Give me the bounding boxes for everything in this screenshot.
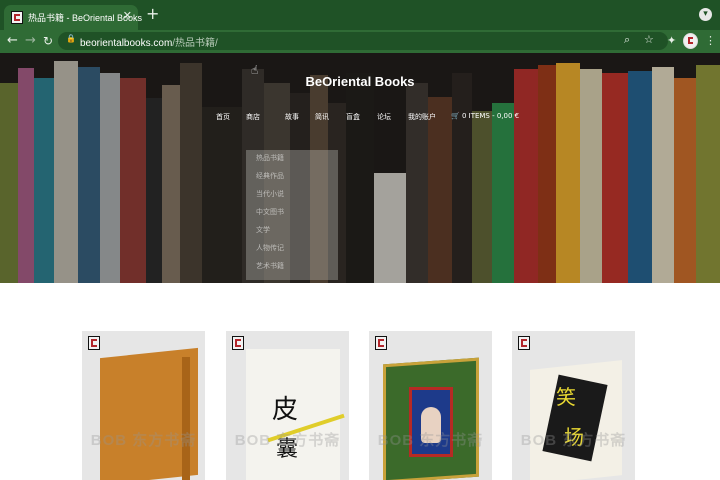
nav-home[interactable]: 首页 [216, 112, 230, 122]
forward-icon[interactable]: → [25, 33, 36, 49]
nav-cart[interactable]: 🛒 0 ITEMS - 0,00 € [451, 112, 519, 120]
nav-my-account[interactable]: 我的账户 [408, 112, 436, 122]
dropdown-item[interactable]: 当代小说 [256, 189, 284, 199]
mouse-cursor-icon: ☝ [251, 63, 259, 77]
cart-summary: 0 ITEMS - 0,00 € [461, 112, 520, 120]
search-icon[interactable]: ⌕ [624, 33, 630, 47]
nav-blind-box[interactable]: 盲盒 [346, 112, 360, 122]
watermark: BOB 东方书斋 [234, 432, 341, 449]
cart-icon: 🛒 [451, 112, 460, 120]
url-text[interactable]: beorientalbooks.com/热品书籍/ [80, 34, 218, 49]
bob-logo-icon [518, 336, 530, 350]
dropdown-item[interactable]: 艺术书籍 [256, 261, 284, 271]
nav-shop[interactable]: 商店 [246, 112, 260, 122]
bob-logo-icon [232, 336, 244, 350]
browser-tab[interactable]: 热品书籍 - BeOriental Books ✕ [4, 5, 142, 30]
hero-banner: BeOriental Books 首页 商店 故事 简讯 盲盒 论坛 我的账户 … [0, 53, 720, 283]
watermark: BOB 东方书斋 [377, 432, 484, 449]
extensions-icon[interactable]: ✦ [667, 34, 676, 47]
cover-title: 皮 [272, 395, 299, 425]
dropdown-item[interactable]: 热品书籍 [256, 153, 284, 163]
product-card[interactable]: 皮 囊 BOB 东方书斋 [226, 331, 349, 480]
nav-forum[interactable]: 论坛 [377, 112, 391, 122]
bob-logo-icon [375, 336, 387, 350]
watermark: BOB 东方书斋 [90, 432, 197, 449]
nav-stories[interactable]: 故事 [285, 112, 299, 122]
new-tab-icon[interactable]: + [146, 6, 159, 22]
book-cover-edge [182, 357, 190, 480]
dropdown-item[interactable]: 经典作品 [256, 171, 284, 181]
url-path: /热品书籍/ [172, 38, 218, 49]
product-card[interactable]: 笑 场 BOB 东方书斋 [512, 331, 635, 480]
shop-dropdown-menu: 热品书籍 经典作品 当代小说 中文图书 文学 人物传记 艺术书籍 [246, 150, 338, 280]
dropdown-item[interactable]: 中文图书 [256, 207, 284, 217]
main-nav: 首页 商店 故事 简讯 盲盒 论坛 我的账户 🛒 0 ITEMS - 0,00 … [0, 112, 720, 126]
chrome-menu-icon[interactable]: ⋮ [705, 34, 716, 47]
dropdown-item[interactable]: 文学 [256, 225, 270, 235]
favicon-icon [11, 11, 23, 24]
dropdown-item[interactable]: 人物传记 [256, 243, 284, 253]
watermark: BOB 东方书斋 [520, 432, 627, 449]
product-card[interactable]: BOB 东方书斋 [369, 331, 492, 480]
url-host: beorientalbooks.com [80, 38, 173, 49]
product-card[interactable]: BOB 东方书斋 [82, 331, 205, 480]
reload-icon[interactable]: ↻ [43, 33, 53, 49]
bookmark-star-icon[interactable]: ☆ [644, 33, 654, 46]
profile-avatar[interactable] [683, 33, 698, 49]
lock-icon[interactable]: 🔒 [66, 34, 76, 43]
address-bar[interactable]: 🔒 beorientalbooks.com/热品书籍/ ⌕ ☆ [58, 32, 668, 50]
window-menu-icon[interactable]: ▾ [699, 8, 712, 21]
browser-tab-bar: 热品书籍 - BeOriental Books ✕ + ▾ [0, 0, 720, 30]
cover-title: 笑 [556, 385, 576, 409]
site-title[interactable]: BeOriental Books [0, 74, 720, 89]
back-icon[interactable]: ← [7, 33, 18, 49]
browser-toolbar: ← → ↻ 🔒 beorientalbooks.com/热品书籍/ ⌕ ☆ ✦ … [0, 30, 720, 53]
close-tab-icon[interactable]: ✕ [123, 9, 132, 22]
nav-newsletter[interactable]: 简讯 [315, 112, 329, 122]
bob-logo-icon [88, 336, 100, 350]
